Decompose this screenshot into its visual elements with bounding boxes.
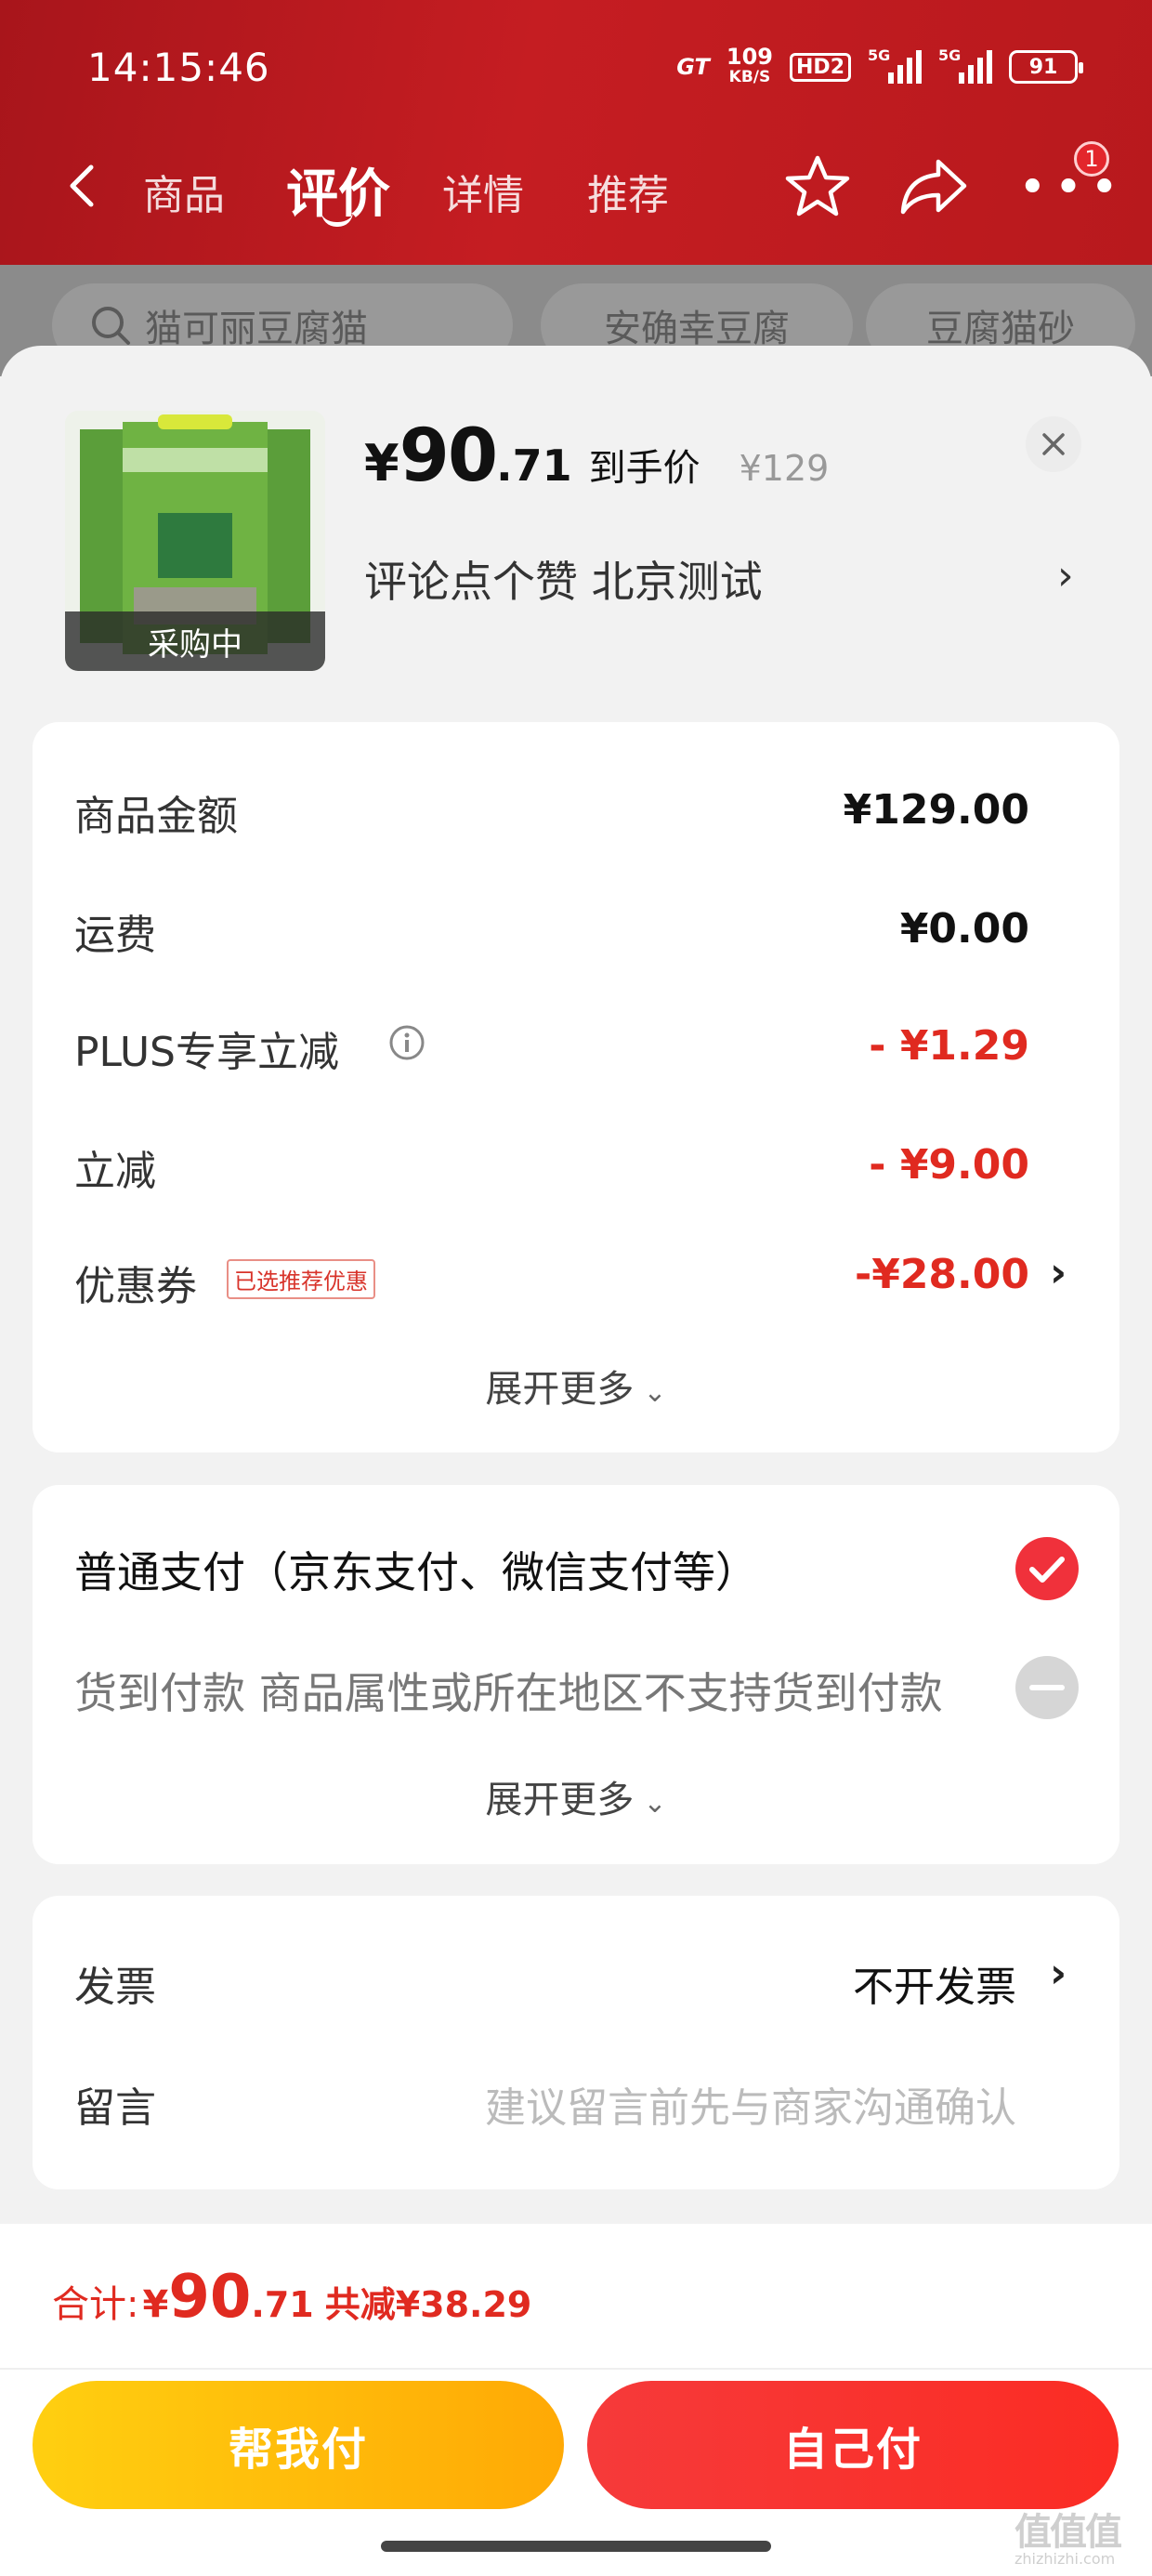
tab-recommend[interactable]: 推荐: [587, 162, 669, 221]
message-badge: 1: [1074, 141, 1109, 177]
hd-icon: HD2: [790, 52, 851, 82]
network-speed: 109 KB/S: [727, 46, 773, 87]
message-input[interactable]: 建议留言前先与商家沟通确认: [485, 2074, 1016, 2134]
chevron-down-icon: ⌄: [643, 1376, 667, 1409]
normal-payment-option[interactable]: 普通支付（京东支付、微信支付等）: [74, 1539, 758, 1600]
price-integer: 90: [399, 414, 499, 498]
signal-2-label: 5G: [938, 46, 962, 64]
speed-unit: KB/S: [728, 68, 771, 86]
total-symbol: ¥: [142, 2283, 169, 2326]
info-icon[interactable]: [388, 1024, 425, 1061]
instant-discount-label: 立减: [74, 1148, 156, 1195]
status-time: 14:15:46: [87, 45, 270, 90]
divider: [0, 2368, 1152, 2370]
search-chip-label: 猫可丽豆腐猫: [145, 308, 368, 350]
plus-discount-label: PLUS专享立减: [74, 1029, 339, 1076]
shipping-label: 运费: [74, 912, 156, 959]
disabled-option-icon: [1015, 1656, 1079, 1719]
order-total: 合计: ¥ 90 .71 共减¥38.29: [52, 2263, 531, 2332]
total-decimal: .71: [251, 2284, 314, 2325]
back-arrow-icon[interactable]: [56, 158, 111, 214]
chevron-down-icon: ⌄: [643, 1787, 667, 1820]
status-icons: GT 109 KB/S HD2 5G 5G 91: [676, 46, 1083, 87]
instant-discount-value: - ¥9.00: [869, 1141, 1029, 1189]
status-bar: 14:15:46 GT 109 KB/S HD2 5G 5G 91: [0, 0, 1152, 139]
invoice-label[interactable]: 发票: [74, 1953, 156, 2013]
final-price: ¥ 90 .71 到手价 ¥129: [364, 414, 829, 498]
search-icon: [92, 307, 130, 345]
coupon-recommended-badge: 已选推荐优惠: [227, 1259, 375, 1299]
coupon-value[interactable]: -¥28.00: [855, 1251, 1029, 1298]
signal-icon: 5G: [868, 46, 922, 84]
top-nav: 商品 评价 详情 推荐 ••• 1: [0, 139, 1152, 242]
original-price: ¥129: [739, 448, 830, 489]
goods-amount-label: 商品金额: [74, 793, 238, 840]
goods-amount-value: ¥129.00: [843, 786, 1029, 834]
total-integer: 90: [168, 2263, 252, 2332]
signal-1-label: 5G: [868, 46, 891, 64]
signal-icon-2: 5G: [938, 46, 992, 84]
close-icon[interactable]: [1026, 416, 1081, 472]
help-pay-button[interactable]: 帮我付: [33, 2381, 564, 2509]
home-indicator[interactable]: [381, 2541, 771, 2552]
share-icon[interactable]: [897, 152, 970, 219]
total-label: 合计:: [52, 2283, 139, 2326]
total-discount: 共减¥38.29: [324, 2284, 532, 2325]
promo-text[interactable]: 评论点个赞 北京测试: [364, 548, 763, 610]
tab-product[interactable]: 商品: [143, 162, 225, 221]
favorite-star-icon[interactable]: [784, 152, 851, 219]
plus-discount-value: - ¥1.29: [869, 1022, 1029, 1070]
shipping-value: ¥0.00: [899, 905, 1029, 953]
more-menu-icon[interactable]: •••: [1018, 164, 1126, 212]
product-thumbnail: 采购中: [65, 411, 325, 671]
network-brand: GT: [676, 54, 710, 80]
invoice-value[interactable]: 不开发票: [853, 1953, 1016, 2013]
expand-payment-label: 展开更多: [485, 1779, 635, 1821]
purchasing-status: 采购中: [65, 611, 325, 671]
chevron-right-icon[interactable]: ›: [1057, 552, 1074, 599]
checked-icon[interactable]: [1014, 1535, 1080, 1602]
price-label: 到手价: [588, 447, 700, 490]
self-pay-button[interactable]: 自己付: [587, 2381, 1119, 2509]
speed-value: 109: [726, 44, 774, 70]
expand-fees-label: 展开更多: [485, 1368, 635, 1411]
chevron-right-icon[interactable]: ›: [1050, 1950, 1067, 1997]
chevron-right-icon[interactable]: ›: [1050, 1249, 1067, 1296]
cod-payment-option: 货到付款 商品属性或所在地区不支持货到付款: [74, 1668, 943, 1718]
watermark-mark: 值值值: [1015, 2511, 1122, 2554]
extras-card: [33, 1896, 1119, 2189]
price-decimal: .71: [496, 440, 572, 491]
price-symbol: ¥: [364, 434, 399, 493]
tab-details[interactable]: 详情: [442, 162, 524, 221]
watermark: 值值值 zhizhizhi.com: [1015, 2502, 1122, 2568]
message-label: 留言: [74, 2084, 156, 2132]
expand-fees-button[interactable]: 展开更多 ⌄: [0, 1359, 1152, 1413]
coupon-label[interactable]: 优惠券: [74, 1253, 197, 1312]
expand-payment-button[interactable]: 展开更多 ⌄: [0, 1769, 1152, 1823]
watermark-domain: zhizhizhi.com: [1015, 2550, 1116, 2568]
battery-icon: 91: [1009, 50, 1083, 84]
